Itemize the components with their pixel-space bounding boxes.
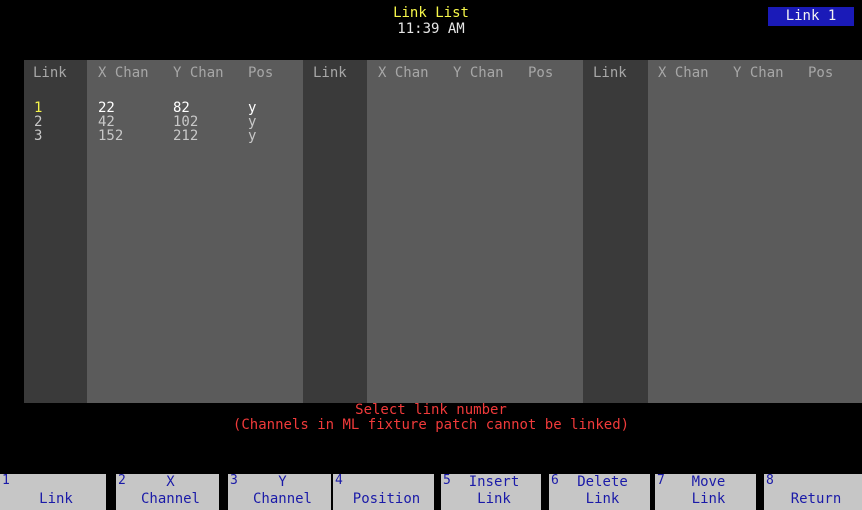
y-chan-cell[interactable]: 82 — [173, 101, 190, 115]
softkey-number: 1 — [2, 473, 10, 488]
link-number-cell[interactable]: 2 — [34, 115, 42, 129]
link-table: Link X Chan Y Chan Pos Link X Chan Y Cha… — [24, 60, 862, 403]
softkey-label-line2: Return — [790, 491, 842, 507]
note-message: (Channels in ML fixture patch cannot be … — [232, 417, 630, 433]
column-header-pos: Pos — [248, 65, 274, 81]
x-chan-cell[interactable]: 22 — [98, 101, 115, 115]
column-header-pos: Pos — [528, 65, 554, 81]
softkey-label-line2: Position — [352, 491, 421, 507]
softkey-label-line1: Delete — [577, 474, 628, 490]
softkey-number: 8 — [766, 473, 774, 488]
softkey-delete-link[interactable]: 6 Delete Link — [549, 474, 650, 510]
softkey-y-channel[interactable]: 3 Y Channel — [228, 474, 331, 510]
softkey-label-line2: Link — [691, 491, 726, 507]
y-chan-cell[interactable]: 212 — [173, 129, 198, 143]
header-bar: Link List 11:39 AM Link 1 — [0, 0, 862, 56]
softkey-number: 4 — [335, 473, 343, 488]
link-number-cell[interactable]: 3 — [34, 129, 42, 143]
pos-cell[interactable]: y — [248, 129, 256, 143]
column-header-x-chan: X Chan — [98, 65, 149, 81]
softkey-bar: 1 Link 2 X Channel 3 Y Channel 4 Positio… — [0, 474, 862, 510]
column-band-link — [583, 60, 648, 403]
x-chan-cell[interactable]: 42 — [98, 115, 115, 129]
softkey-label-line2: Link — [39, 491, 73, 507]
column-band-values — [87, 60, 303, 403]
pos-cell[interactable]: y — [248, 101, 256, 115]
column-header-y-chan: Y Chan — [173, 65, 224, 81]
softkey-label-line1: Y — [278, 474, 287, 490]
softkey-x-channel[interactable]: 2 X Channel — [116, 474, 219, 510]
column-band-values — [648, 60, 862, 403]
pos-cell[interactable]: y — [248, 115, 256, 129]
column-header-y-chan: Y Chan — [453, 65, 504, 81]
prompt-message: Select link number — [355, 402, 507, 418]
softkey-label-line1: Insert — [468, 474, 520, 490]
column-header-link: Link — [313, 65, 347, 81]
column-header-pos: Pos — [808, 65, 834, 81]
softkey-label-line2: Link — [477, 491, 511, 507]
clock: 11:39 AM — [397, 21, 465, 37]
page-title: Link List — [393, 5, 469, 21]
column-band-values — [367, 60, 583, 403]
y-chan-cell[interactable]: 102 — [173, 115, 198, 129]
softkey-insert-link[interactable]: 5 Insert Link — [441, 474, 541, 510]
column-header-x-chan: X Chan — [378, 65, 429, 81]
column-header-y-chan: Y Chan — [733, 65, 784, 81]
current-link-badge: Link 1 — [768, 7, 854, 26]
softkey-return[interactable]: 8 Return — [764, 474, 862, 510]
softkey-label-line2: Channel — [140, 491, 200, 507]
softkey-label-line2: Link — [585, 491, 620, 507]
column-header-x-chan: X Chan — [658, 65, 709, 81]
column-band-link — [303, 60, 367, 403]
softkey-label-line1: Move — [691, 474, 726, 490]
message-area: Select link number (Channels in ML fixtu… — [0, 403, 862, 443]
softkey-label-line2: Channel — [252, 491, 312, 507]
softkey-label-line1: X — [166, 474, 175, 490]
softkey-position[interactable]: 4 Position — [333, 474, 434, 510]
x-chan-cell[interactable]: 152 — [98, 129, 123, 143]
column-header-link: Link — [593, 65, 627, 81]
softkey-move-link[interactable]: 7 Move Link — [655, 474, 756, 510]
column-header-link: Link — [33, 65, 67, 81]
link-number-cell[interactable]: 1 — [34, 101, 42, 115]
softkey-link[interactable]: 1 Link — [0, 474, 106, 510]
